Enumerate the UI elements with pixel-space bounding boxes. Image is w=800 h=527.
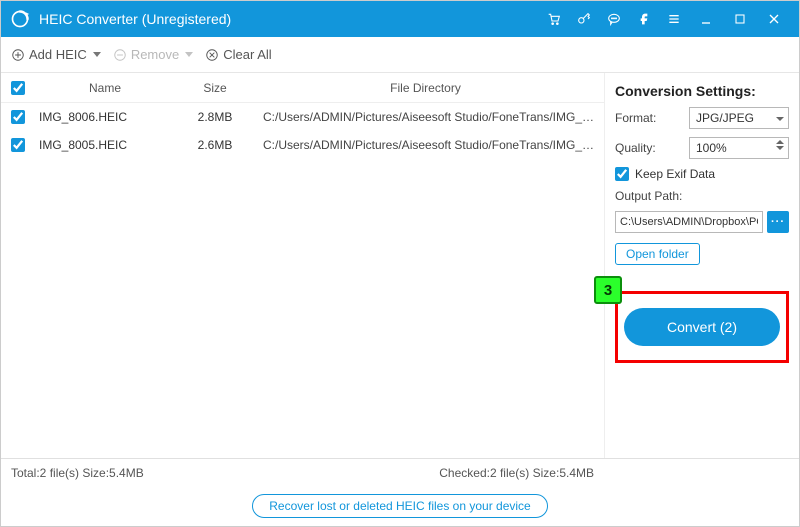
file-list-pane: Name Size File Directory IMG_8006.HEIC 2… xyxy=(1,73,604,458)
chevron-down-icon xyxy=(776,146,784,150)
cell-directory: C:/Users/ADMIN/Pictures/Aiseesoft Studio… xyxy=(255,110,604,124)
minimize-button[interactable] xyxy=(689,1,723,37)
browse-button[interactable]: ··· xyxy=(767,211,789,233)
maximize-button[interactable] xyxy=(723,1,757,37)
plus-circle-icon xyxy=(11,48,25,62)
close-button[interactable] xyxy=(757,1,791,37)
facebook-icon[interactable] xyxy=(629,1,659,37)
chevron-down-icon xyxy=(776,117,784,121)
remove-button: Remove xyxy=(113,47,193,62)
format-value: JPG/JPEG xyxy=(696,111,754,125)
chevron-down-icon xyxy=(185,52,193,57)
row-checkbox[interactable] xyxy=(11,138,25,152)
open-folder-button[interactable]: Open folder xyxy=(615,243,700,265)
chevron-up-icon xyxy=(776,140,784,144)
cell-name: IMG_8006.HEIC xyxy=(35,110,175,124)
convert-highlight: 3 Convert (2) xyxy=(615,291,789,363)
column-directory: File Directory xyxy=(255,81,604,95)
select-all-checkbox[interactable] xyxy=(11,81,25,95)
add-heic-label: Add HEIC xyxy=(29,47,87,62)
cell-size: 2.6MB xyxy=(175,138,255,152)
keep-exif-checkbox[interactable] xyxy=(615,167,629,181)
table-row[interactable]: IMG_8005.HEIC 2.6MB C:/Users/ADMIN/Pictu… xyxy=(1,131,604,159)
column-name: Name xyxy=(35,81,175,95)
settings-title: Conversion Settings: xyxy=(615,83,789,99)
quality-label: Quality: xyxy=(615,141,656,155)
cell-name: IMG_8005.HEIC xyxy=(35,138,175,152)
quality-stepper[interactable]: 100% xyxy=(689,137,789,159)
format-label: Format: xyxy=(615,111,656,125)
add-heic-button[interactable]: Add HEIC xyxy=(11,47,101,62)
menu-icon[interactable] xyxy=(659,1,689,37)
settings-panel: Conversion Settings: Format: JPG/JPEG Qu… xyxy=(604,73,799,458)
output-path-label: Output Path: xyxy=(615,189,789,203)
format-select[interactable]: JPG/JPEG xyxy=(689,107,789,129)
callout-badge: 3 xyxy=(594,276,622,304)
remove-label: Remove xyxy=(131,47,179,62)
quality-value: 100% xyxy=(696,141,727,155)
cart-icon[interactable] xyxy=(539,1,569,37)
clear-all-label: Clear All xyxy=(223,47,271,62)
chevron-down-icon xyxy=(93,52,101,57)
table-header: Name Size File Directory xyxy=(1,73,604,103)
feedback-icon[interactable] xyxy=(599,1,629,37)
app-logo-icon xyxy=(9,8,31,30)
status-total: Total:2 file(s) Size:5.4MB xyxy=(11,466,144,480)
row-checkbox[interactable] xyxy=(11,110,25,124)
recover-link-button[interactable]: Recover lost or deleted HEIC files on yo… xyxy=(252,494,547,518)
output-path-input[interactable] xyxy=(615,211,763,233)
table-body: IMG_8006.HEIC 2.8MB C:/Users/ADMIN/Pictu… xyxy=(1,103,604,458)
cell-directory: C:/Users/ADMIN/Pictures/Aiseesoft Studio… xyxy=(255,138,604,152)
clear-circle-icon xyxy=(205,48,219,62)
bottom-bar: Recover lost or deleted HEIC files on yo… xyxy=(1,486,799,526)
status-checked: Checked:2 file(s) Size:5.4MB xyxy=(439,466,594,480)
key-icon[interactable] xyxy=(569,1,599,37)
convert-button[interactable]: Convert (2) xyxy=(624,308,780,346)
toolbar: Add HEIC Remove Clear All xyxy=(1,37,799,73)
keep-exif-label: Keep Exif Data xyxy=(635,167,715,181)
app-title: HEIC Converter (Unregistered) xyxy=(39,11,231,27)
cell-size: 2.8MB xyxy=(175,110,255,124)
column-size: Size xyxy=(175,81,255,95)
status-bar: Total:2 file(s) Size:5.4MB Checked:2 fil… xyxy=(1,458,799,486)
minus-circle-icon xyxy=(113,48,127,62)
table-row[interactable]: IMG_8006.HEIC 2.8MB C:/Users/ADMIN/Pictu… xyxy=(1,103,604,131)
title-bar: HEIC Converter (Unregistered) xyxy=(1,1,799,37)
clear-all-button[interactable]: Clear All xyxy=(205,47,271,62)
